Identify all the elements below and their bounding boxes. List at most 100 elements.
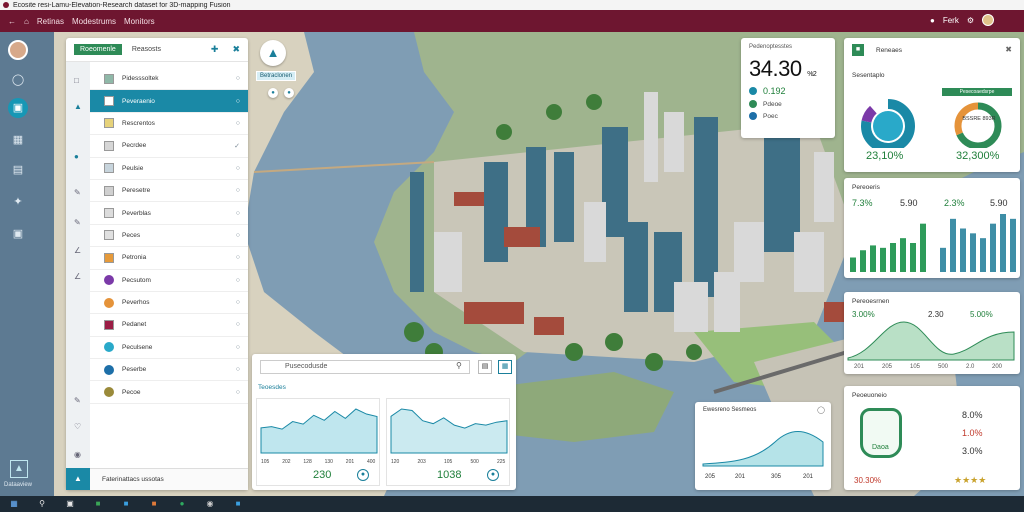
visibility-toggle-icon[interactable]: ○ [236, 75, 240, 82]
bag-label: Daoa [872, 444, 889, 451]
notifications-icon[interactable]: ● [930, 16, 935, 25]
analytics-chart-1-tick: 201 [346, 459, 355, 465]
taskview-icon[interactable]: ▣ [64, 499, 76, 509]
map-pin-icon-2[interactable]: ● [284, 88, 294, 98]
layer-row[interactable]: Peverhos ○ [90, 292, 248, 315]
bar-chart-1-bar [920, 223, 926, 272]
taskbar-app-4-icon[interactable]: ● [176, 499, 188, 509]
stat-dot-2 [749, 100, 757, 108]
layer-row[interactable]: Pecrdee ✓ [90, 135, 248, 158]
visibility-toggle-icon[interactable]: ○ [236, 277, 240, 284]
right-dashboard: ■ Reneaes ✖ Sesentaplo Pesecoaedsrpe BSS… [844, 38, 1020, 492]
layer-row[interactable]: Peresetre ○ [90, 180, 248, 203]
layer-row[interactable]: Peverblas ○ [90, 202, 248, 225]
layer-row[interactable]: Pedanet ○ [90, 314, 248, 337]
layer-row[interactable]: Peces ○ [90, 225, 248, 248]
visibility-toggle-icon[interactable]: ○ [236, 232, 240, 239]
taskbar-app-6-icon[interactable]: ■ [232, 499, 244, 509]
taskbar-search-icon[interactable]: ⚲ [36, 499, 48, 509]
grid-icon[interactable]: ▦ [10, 132, 26, 148]
map-pin-icon[interactable]: ● [268, 88, 278, 98]
side-icon-globe[interactable]: ◉ [74, 450, 81, 459]
analytics-card-1-icon[interactable]: ● [357, 469, 369, 481]
layer-swatch [104, 364, 114, 375]
back-icon[interactable]: ← [8, 17, 16, 26]
side-icon-ruler[interactable]: ∠ [74, 246, 81, 255]
analytics-card-2[interactable]: 120 203 105 500 225 1038 ● [386, 398, 510, 486]
map-location-marker[interactable]: ▲ [260, 40, 286, 66]
donut-charts [861, 99, 1002, 148]
layer-swatch [104, 140, 114, 151]
visibility-toggle-icon[interactable]: ○ [236, 210, 240, 217]
side-icon-ruler-2[interactable]: ∠ [74, 272, 81, 281]
tab-active[interactable]: Roeomenle [74, 44, 122, 55]
side-icon-leaf[interactable]: ● [74, 152, 79, 161]
table-icon[interactable]: ▤ [10, 162, 26, 178]
layer-row[interactable]: Pecoe ○ [90, 381, 248, 404]
visibility-toggle-icon[interactable]: ○ [236, 299, 240, 306]
layers-footer[interactable]: Faterinattacs ussotas [90, 468, 248, 490]
compass-icon[interactable]: ✦ [10, 194, 26, 210]
analytics-card-2-value: 1038 [437, 469, 462, 481]
layer-row[interactable]: Rescrentos ○ [90, 113, 248, 136]
visibility-toggle-icon[interactable]: ○ [236, 389, 240, 396]
layer-row[interactable]: Peulsie ○ [90, 158, 248, 180]
search-input[interactable]: Pusecodusde [260, 360, 470, 374]
map-view-icon[interactable]: ▣ [8, 98, 28, 118]
app-bar: ← ⌂ Retinas Modestrums Monitors ● Ferk ⚙ [0, 10, 1024, 32]
pin-icon[interactable]: ✚ [211, 44, 219, 55]
visibility-toggle-icon[interactable]: ○ [236, 165, 240, 172]
side-icon-pen[interactable]: ✎ [74, 188, 81, 197]
analytics-card-2-icon[interactable]: ● [487, 469, 499, 481]
tab-other[interactable]: Reasosts [132, 46, 161, 53]
data-view-icon[interactable]: ▲ [10, 460, 28, 478]
nav-item-retinas[interactable]: Retinas [37, 17, 64, 26]
visibility-toggle-icon[interactable]: ○ [236, 254, 240, 261]
summary-card: Peoeuoneio Daoa 8.0% 1.0% 3.0% 30.30% ★★… [844, 386, 1020, 490]
export-icon[interactable]: ▲ [66, 468, 90, 490]
taskbar-app-2-icon[interactable]: ■ [120, 499, 132, 509]
nav-item-modestrums[interactable]: Modestrums [72, 17, 116, 26]
layer-row[interactable]: Pidesssoltek ○ [90, 68, 248, 91]
visibility-toggle-icon[interactable]: ○ [236, 98, 240, 105]
layers-icon[interactable]: ◯ [10, 72, 26, 88]
calendar-button[interactable]: ▦ [498, 360, 512, 374]
map-chart-card[interactable]: Ewesreno Sesmeos ◯ 205 201 305 201 [695, 402, 831, 490]
start-icon[interactable]: ▦ [8, 499, 20, 509]
layer-row[interactable]: Peveraenio ○ [90, 90, 248, 113]
layer-row[interactable]: Petronia ○ [90, 247, 248, 270]
home-icon[interactable]: ⌂ [24, 17, 29, 26]
search-icon[interactable]: ⚲ [456, 361, 462, 370]
layer-row[interactable]: Pecsutom ○ [90, 270, 248, 292]
side-icon-heart[interactable]: ♡ [74, 422, 81, 431]
nav-item-monitors[interactable]: Monitors [124, 17, 155, 26]
visibility-toggle-icon[interactable]: ○ [236, 120, 240, 127]
visibility-toggle-icon[interactable]: ○ [236, 187, 240, 194]
stat-big-unit: %2 [807, 71, 817, 78]
appbar-right-label[interactable]: Ferk [943, 16, 959, 25]
visibility-toggle-icon[interactable]: ○ [236, 366, 240, 373]
layer-swatch [104, 96, 114, 107]
settings-icon[interactable]: ⚙ [967, 16, 974, 25]
side-icon-pen-2[interactable]: ✎ [74, 218, 81, 227]
profile-avatar[interactable] [8, 40, 28, 60]
side-icon-drop[interactable]: ▲ [74, 102, 82, 111]
visibility-toggle-icon[interactable]: ○ [236, 321, 240, 328]
visibility-toggle-icon[interactable]: ○ [236, 344, 240, 351]
folder-icon[interactable]: ▣ [10, 226, 26, 242]
layer-row[interactable]: Peculsene ○ [90, 337, 248, 360]
visibility-checked-icon[interactable]: ✓ [234, 142, 240, 150]
user-avatar[interactable] [982, 14, 994, 26]
layer-swatch [104, 118, 114, 129]
layer-row[interactable]: Peserbe ○ [90, 359, 248, 382]
side-icon-wand[interactable]: ✎ [74, 396, 81, 405]
taskbar-app-3-icon[interactable]: ■ [148, 499, 160, 509]
taskbar-app-1-icon[interactable]: ■ [92, 499, 104, 509]
analytics-card-1[interactable]: 105 202 128 130 201 400 230 ● [256, 398, 380, 486]
tools-icon[interactable]: ✖ [232, 44, 240, 55]
taskbar-app-5-icon[interactable]: ◉ [204, 499, 216, 509]
window-titlebar: Ecosite resi-Lamu-Elevation-Research dat… [0, 0, 1024, 10]
side-icon-square[interactable]: □ [74, 76, 79, 85]
filter-button[interactable]: ▤ [478, 360, 492, 374]
layer-label: Pidesssoltek [122, 75, 159, 83]
